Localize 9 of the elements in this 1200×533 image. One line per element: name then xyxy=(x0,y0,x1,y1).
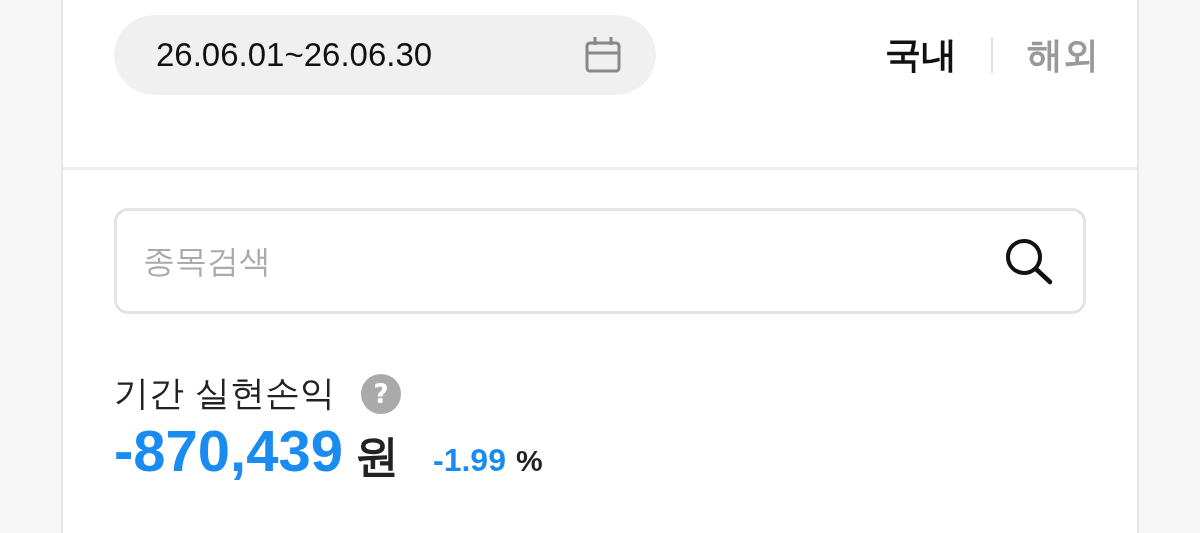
search-field[interactable]: 종목검색 xyxy=(114,208,1086,314)
summary-title: 기간 실현손익 xyxy=(114,372,336,415)
profit-amount: -870,439 xyxy=(114,417,343,484)
profit-rate: -1.99 xyxy=(433,442,506,479)
date-range-button[interactable]: 26.06.01~26.06.30 xyxy=(114,15,656,95)
percent-unit: % xyxy=(515,444,543,478)
currency-unit: 원 xyxy=(355,429,399,483)
calendar-icon xyxy=(584,35,622,75)
market-tab[interactable]: 국내 xyxy=(885,30,957,80)
